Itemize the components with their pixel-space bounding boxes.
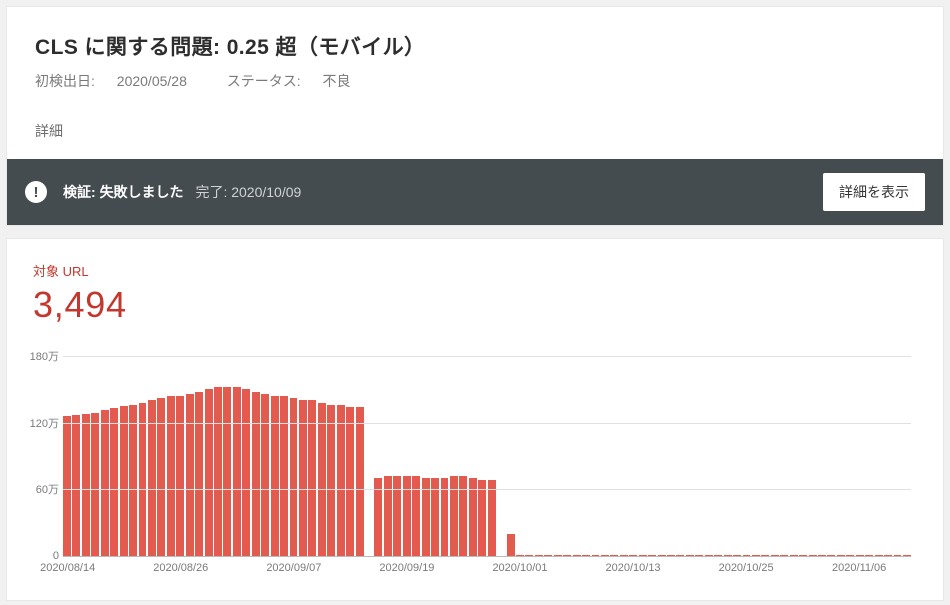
chart-bar <box>393 476 401 556</box>
first-detected-value: 2020/05/28 <box>117 73 187 89</box>
chart-bar <box>120 406 128 556</box>
chart-bar <box>129 405 137 556</box>
chart-gridline <box>63 356 911 357</box>
chart-y-tick: 0 <box>23 550 59 562</box>
chart-bar <box>337 405 345 556</box>
completed-value: 2020/10/09 <box>231 184 301 200</box>
show-details-button[interactable]: 詳細を表示 <box>823 173 925 211</box>
chart-plot-area: 060万120万180万 <box>63 356 911 556</box>
validation-status-bar: ! 検証: 失敗しました 完了: 2020/10/09 詳細を表示 <box>6 159 944 226</box>
metric-label: 対象 URL <box>33 261 917 280</box>
chart-bar <box>195 392 203 556</box>
chart-x-tick: 2020/08/14 <box>40 562 95 574</box>
chart-bar <box>384 476 392 556</box>
verify-value: 失敗しました <box>100 184 184 200</box>
issue-header-card: CLS に関する問題: 0.25 超（モバイル） 初検出日: 2020/05/2… <box>6 6 944 159</box>
chart-bar <box>261 394 269 556</box>
chart-gridline <box>63 556 911 557</box>
chart-bar <box>186 394 194 556</box>
status-label: ステータス: <box>227 73 301 89</box>
chart-bar <box>148 400 156 556</box>
chart-x-tick: 2020/11/06 <box>832 562 886 574</box>
metric-value: 3,494 <box>33 284 917 326</box>
chart-bar <box>233 387 241 556</box>
chart-bar <box>327 405 335 556</box>
chart-bar <box>280 396 288 556</box>
chart-bar <box>252 392 260 556</box>
chart-bar <box>308 400 316 556</box>
chart-bar <box>110 408 118 556</box>
chart-gridline <box>63 423 911 424</box>
chart-bar <box>214 387 222 556</box>
chart-bar <box>72 415 80 556</box>
page-title: CLS に関する問題: 0.25 超（モバイル） <box>35 31 915 61</box>
chart-bar <box>346 407 354 556</box>
chart-bar <box>167 396 175 556</box>
chart-x-tick: 2020/09/19 <box>379 562 434 574</box>
chart-bars <box>63 356 911 556</box>
chart-x-axis: 2020/08/142020/08/262020/09/072020/09/19… <box>63 562 911 592</box>
chart-bar <box>356 407 364 556</box>
chart-x-tick: 2020/10/25 <box>719 562 774 574</box>
chart-y-tick: 60万 <box>23 481 59 497</box>
chart-bar <box>205 389 213 556</box>
chart-y-tick: 180万 <box>23 348 59 364</box>
details-heading: 詳細 <box>35 121 915 141</box>
chart-bar <box>403 476 411 556</box>
chart-y-tick: 120万 <box>23 415 59 431</box>
chart-x-tick: 2020/08/26 <box>153 562 208 574</box>
chart-bar <box>63 416 71 556</box>
chart-bar <box>412 476 420 556</box>
error-icon: ! <box>25 181 47 203</box>
chart-bar <box>488 480 496 556</box>
chart-bar <box>101 410 109 556</box>
chart-bar <box>223 387 231 556</box>
chart-bar <box>507 534 515 556</box>
chart-card: 対象 URL 3,494 060万120万180万 2020/08/142020… <box>6 238 944 601</box>
chart-x-tick: 2020/09/07 <box>266 562 321 574</box>
validation-status-left: ! 検証: 失敗しました 完了: 2020/10/09 <box>25 181 301 203</box>
first-detected-label: 初検出日: <box>35 73 95 89</box>
completed-label: 完了: <box>195 184 227 200</box>
chart-bar <box>82 414 90 556</box>
chart-x-tick: 2020/10/01 <box>492 562 547 574</box>
chart-bar <box>450 476 458 556</box>
chart-bar <box>242 389 250 556</box>
chart-gridline <box>63 489 911 490</box>
issue-subline: 初検出日: 2020/05/28 ステータス: 不良 <box>35 71 915 91</box>
status-value: 不良 <box>323 73 351 89</box>
chart-bar <box>318 403 326 556</box>
verify-label: 検証: <box>63 184 96 200</box>
chart-bar <box>139 403 147 556</box>
chart-bar <box>271 396 279 556</box>
chart-x-tick: 2020/10/13 <box>606 562 661 574</box>
chart-bar <box>478 480 486 556</box>
chart-bar <box>176 396 184 556</box>
chart-bar <box>299 400 307 556</box>
chart-bar <box>91 413 99 556</box>
chart-bar <box>459 476 467 556</box>
